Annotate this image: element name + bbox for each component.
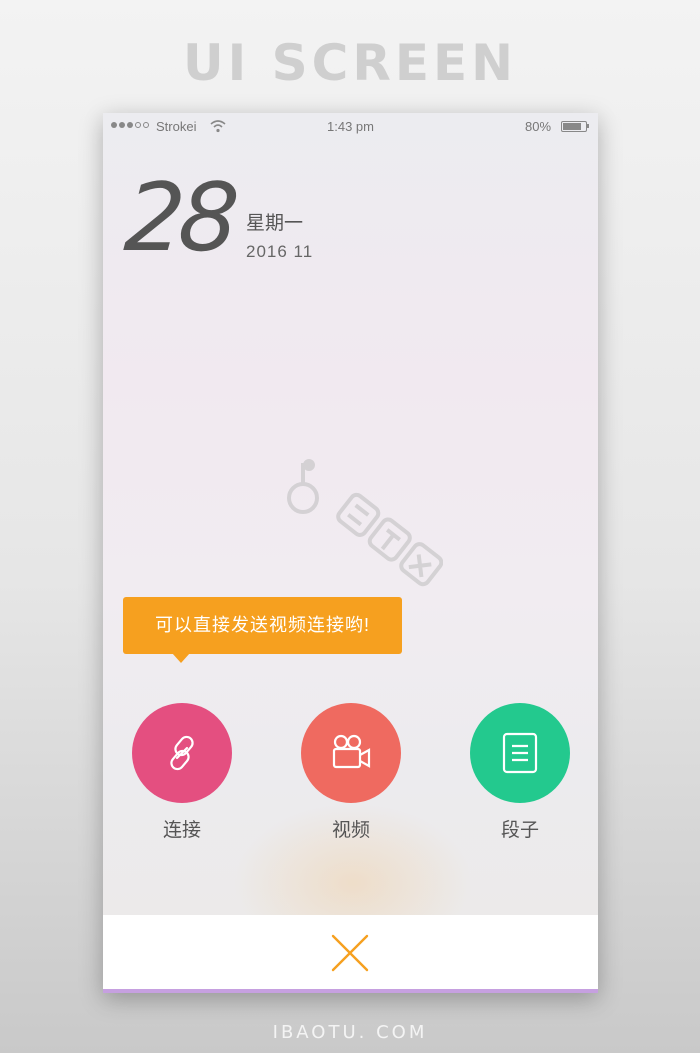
status-bar: Strokei 1:43 pm 80% bbox=[103, 113, 598, 141]
bottom-accent-line bbox=[103, 989, 598, 993]
action-video[interactable]: 视频 bbox=[301, 703, 401, 842]
tooltip-message: 可以直接发送视频连接哟! bbox=[123, 597, 402, 654]
link-icon bbox=[170, 735, 194, 771]
date-weekday: 星期一 bbox=[246, 213, 304, 234]
battery-icon bbox=[561, 121, 587, 132]
video-button[interactable] bbox=[301, 703, 401, 803]
link-button[interactable] bbox=[132, 703, 232, 803]
battery-percent: 80% bbox=[525, 119, 552, 134]
action-link[interactable]: 连接 bbox=[132, 703, 232, 842]
action-joke[interactable]: 段子 bbox=[470, 703, 570, 842]
phone-screen: Strokei 1:43 pm 80% 28 星期一 2016 11 可以直接发… bbox=[103, 113, 598, 993]
date-day: 28 bbox=[121, 164, 237, 273]
battery-fill bbox=[563, 123, 581, 130]
video-camera-icon bbox=[332, 734, 371, 769]
action-label-joke: 段子 bbox=[500, 820, 539, 841]
action-label-video: 视频 bbox=[331, 820, 370, 841]
joke-button[interactable] bbox=[470, 703, 570, 803]
footer-brand: IBAOTU. COM bbox=[272, 1022, 428, 1043]
action-label-link: 连接 bbox=[162, 820, 201, 841]
document-icon bbox=[502, 732, 538, 774]
date-year-month: 2016 11 bbox=[246, 242, 314, 261]
close-bar bbox=[103, 915, 598, 991]
close-icon[interactable] bbox=[331, 934, 369, 972]
page-header-title: UI SCREEN bbox=[183, 34, 517, 92]
watermark-logo bbox=[287, 459, 443, 587]
battery-tip bbox=[587, 124, 589, 128]
tooltip-arrow bbox=[172, 653, 190, 663]
status-time: 1:43 pm bbox=[327, 119, 374, 134]
